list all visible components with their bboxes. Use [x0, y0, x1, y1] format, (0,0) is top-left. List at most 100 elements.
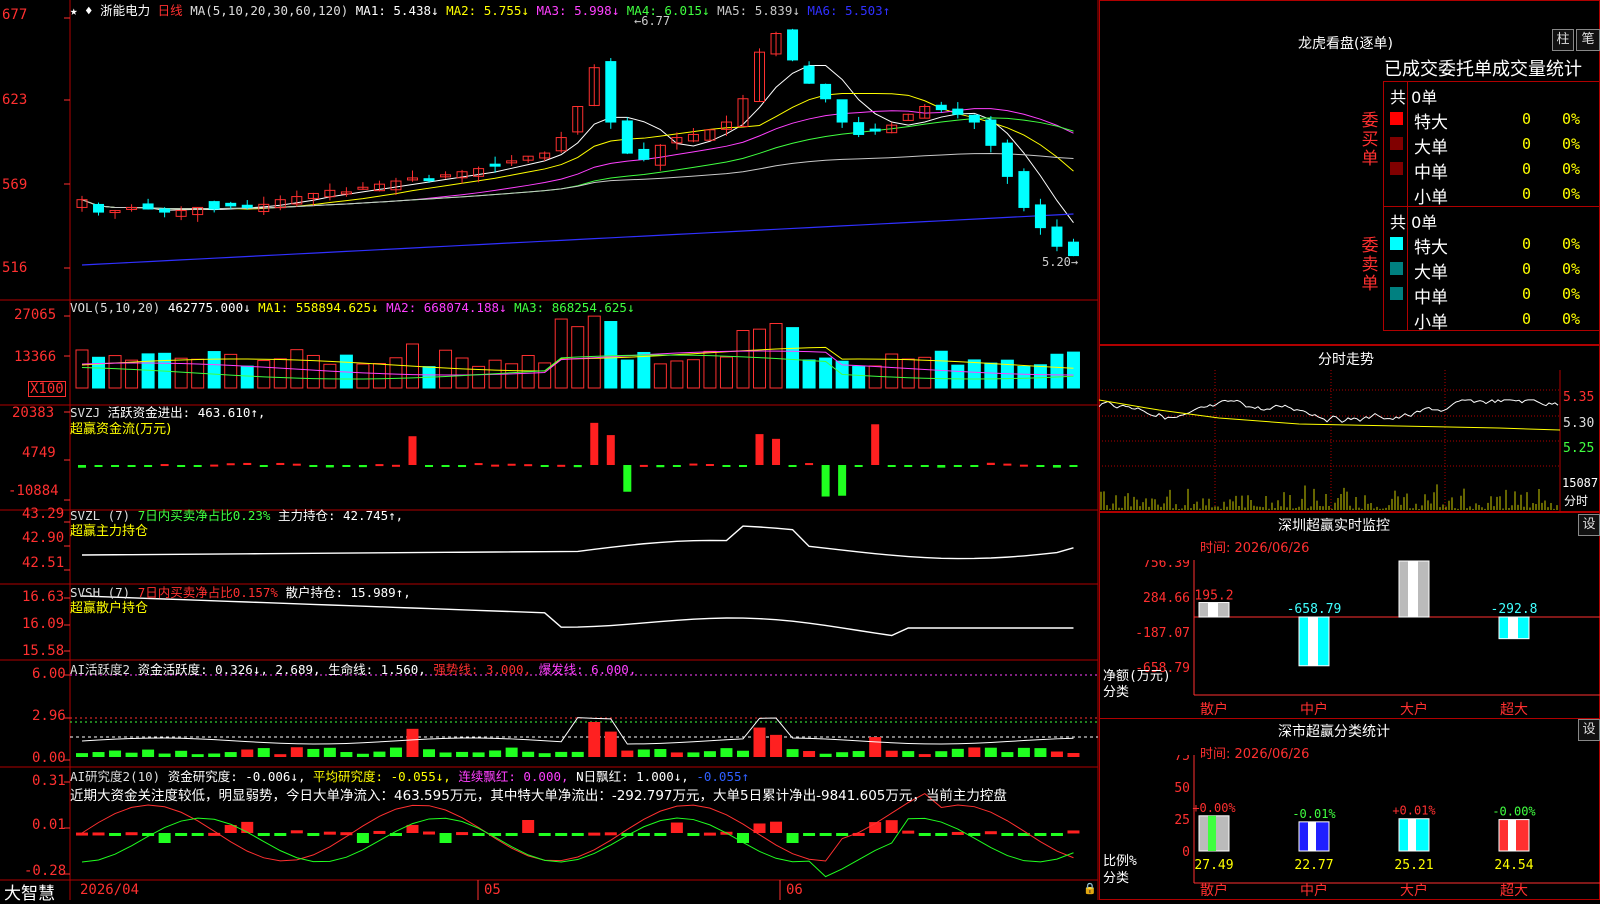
- activity-bar: [918, 754, 931, 757]
- order-count: 0: [1522, 260, 1532, 278]
- volume-bar: [1017, 365, 1031, 389]
- research-bar: [918, 833, 931, 836]
- bar-value-label: 22.77: [1294, 858, 1333, 873]
- svzl-axis-tick: 42.51: [22, 555, 65, 571]
- ai1-title[interactable]: AI活跃度2: [70, 662, 130, 677]
- app-logo[interactable]: 大智慧: [4, 879, 55, 904]
- intraday-chart[interactable]: [1099, 370, 1600, 512]
- candle-body: [159, 208, 171, 213]
- candle-body: [836, 99, 848, 123]
- activity-bar: [654, 749, 667, 757]
- research-bar: [1067, 830, 1080, 834]
- volume-bar: [92, 356, 106, 389]
- research-bar: [687, 833, 700, 836]
- ma1-value: MA1: 5.438↓: [355, 3, 439, 18]
- fund-flow-bar: [623, 465, 632, 492]
- monitor-settings-button[interactable]: 设: [1578, 514, 1600, 536]
- axis-tick: 284.66: [1143, 591, 1190, 606]
- vol-title[interactable]: VOL(5,10,20): [70, 300, 160, 315]
- volume-bar: [174, 357, 188, 389]
- activity-bar: [1017, 747, 1030, 757]
- ai1-burst-line: 爆发线: 6.000,: [538, 662, 637, 677]
- volume-bar: [389, 357, 403, 389]
- sell-orders-block: 委卖单共 0单 特大 0 0% 大单 0 0% 中单 0 0% 小单 0 0%: [1362, 206, 1600, 333]
- volume-bar: [372, 362, 386, 389]
- fund-flow-bar: [441, 465, 450, 467]
- lock-icon[interactable]: 🔒: [1083, 882, 1097, 895]
- fund-flow-bar: [78, 465, 86, 468]
- bar-change-label: -0.01%: [1292, 807, 1336, 821]
- volume-bar: [637, 351, 651, 389]
- volume-bar: [719, 356, 733, 389]
- y-axis-label: 净额(万元): [1103, 669, 1171, 684]
- price-axis-tick: 623: [2, 92, 28, 108]
- bar-view-button[interactable]: 柱: [1552, 29, 1574, 51]
- order-percent: 0%: [1562, 260, 1581, 278]
- classify-settings-button[interactable]: 设: [1578, 719, 1600, 741]
- bar-value-label: 756.39: [1391, 560, 1438, 562]
- research-bar: [472, 833, 485, 836]
- activity-bar: [208, 753, 221, 757]
- research-bar: [803, 833, 816, 836]
- date-axis-label: 2026/04: [80, 882, 140, 898]
- bar-value-label: 24.54: [1494, 858, 1533, 873]
- fund-flow-bar: [458, 465, 467, 468]
- fund-flow-bar: [871, 424, 880, 465]
- research-bar: [736, 833, 749, 843]
- fund-flow-bar: [590, 422, 599, 465]
- monitor-title: 深圳超赢实时监控: [1278, 518, 1390, 534]
- research-bar: [92, 832, 105, 836]
- stock-name[interactable]: 浙能电力: [100, 3, 150, 18]
- legend-swatch: [1390, 262, 1403, 275]
- activity-bar: [935, 751, 948, 757]
- legend-swatch: [1390, 137, 1403, 150]
- svzj-axis-tick: 20383: [12, 405, 55, 421]
- period-label[interactable]: 日线: [158, 3, 183, 18]
- tick-view-button[interactable]: 笔: [1576, 29, 1600, 51]
- volume-bar: [323, 363, 337, 389]
- ai2-axis-tick: 0.01: [32, 817, 66, 833]
- vol-axis-tick: 13366: [14, 349, 57, 365]
- research-bar: [819, 833, 832, 836]
- ai1-strong-line: 强势线: 3.000,: [433, 662, 532, 677]
- ma-line: [81, 65, 1074, 223]
- volume-bar: [753, 328, 767, 389]
- order-percent: 0%: [1562, 110, 1581, 128]
- activity-bar: [604, 731, 617, 757]
- svsh-axis-tick: 16.63: [22, 589, 65, 605]
- ai2-title[interactable]: AI研究度2(10): [70, 769, 160, 784]
- volume-bar: [455, 357, 469, 389]
- fund-flow-bar: [606, 435, 615, 465]
- vol-axis-tick: 27065: [14, 307, 57, 323]
- fund-flow-bar: [821, 465, 830, 497]
- monitor-time: 时间: 2026/06/26: [1200, 541, 1310, 556]
- order-percent: 0%: [1562, 185, 1581, 203]
- research-bar: [588, 832, 601, 836]
- ai1-activity: 资金活跃度: 0.326↓,: [137, 662, 268, 677]
- research-bar: [1001, 833, 1014, 836]
- fund-flow-bar: [705, 463, 714, 466]
- activity-bar: [736, 750, 749, 757]
- star-icon[interactable]: ★ ♦: [70, 3, 100, 18]
- activity-bar: [538, 753, 551, 757]
- bar-change-label: -0.00%: [1492, 805, 1536, 819]
- ma6-value: MA6: 5.503↑: [807, 3, 891, 18]
- research-bar: [951, 831, 964, 835]
- kline-chart-area[interactable]: [0, 0, 1100, 900]
- fund-flow-bar: [854, 465, 863, 467]
- volume-bar: [538, 362, 552, 389]
- activity-bar: [423, 749, 436, 757]
- activity-bar: [191, 754, 204, 757]
- bar-value-label: 195.2: [1194, 589, 1233, 604]
- candle-body: [1034, 204, 1046, 229]
- category-label: 超大: [1500, 883, 1528, 899]
- activity-bar: [241, 749, 254, 757]
- research-bar: [406, 824, 419, 833]
- fund-flow-bar: [111, 465, 120, 467]
- classify-title: 深市超赢分类统计: [1278, 724, 1390, 740]
- vol-value: 462775.000↓: [167, 300, 251, 315]
- fund-flow-bar: [276, 462, 285, 465]
- fund-flow-bar: [177, 465, 186, 467]
- fund-flow-bar: [94, 465, 103, 467]
- fund-flow-bar: [672, 465, 681, 467]
